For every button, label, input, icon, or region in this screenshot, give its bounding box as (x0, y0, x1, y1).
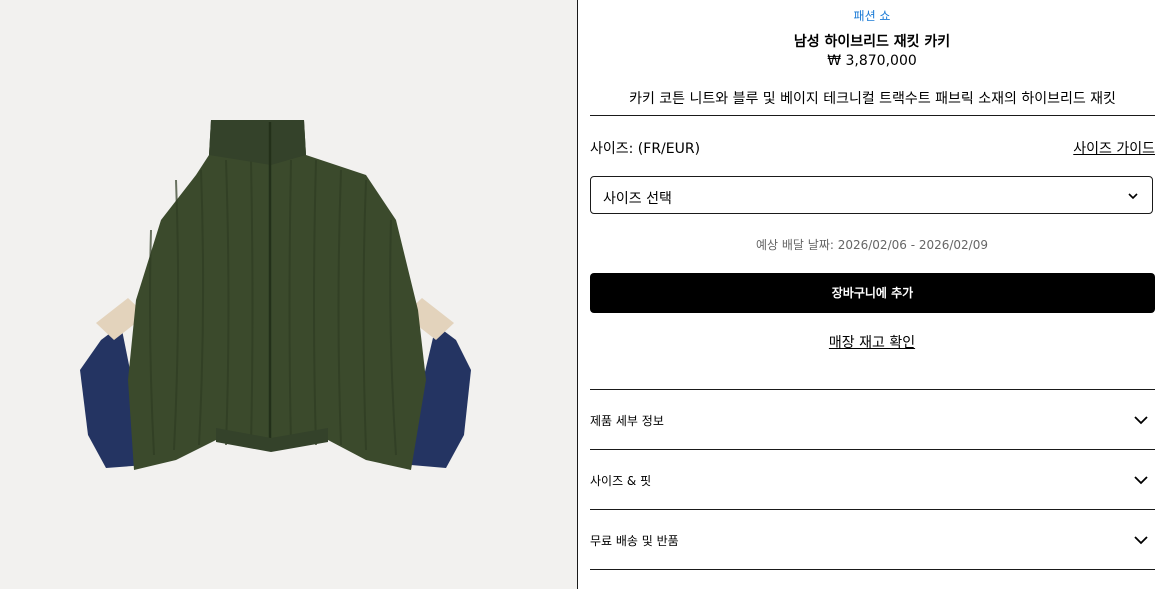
size-select-value: 사이즈 선택 (603, 191, 672, 207)
divider (590, 115, 1155, 116)
accordion-size-fit[interactable]: 사이즈 & 핏 (590, 450, 1155, 510)
accordion-shipping-returns[interactable]: 무료 배송 및 반품 (590, 510, 1155, 570)
product-image-panel (0, 0, 577, 589)
product-price: ₩ 3,870,000 (827, 53, 917, 69)
size-guide-link[interactable]: 사이즈 가이드 (1073, 138, 1155, 158)
check-store-stock-link[interactable]: 매장 재고 확인 (578, 332, 1166, 352)
product-title: 남성 하이브리드 재킷 카키 (793, 34, 951, 50)
product-description: 카키 코튼 니트와 블루 및 베이지 테크니컬 트랙수트 패브릭 소재의 하이브… (629, 91, 1116, 107)
chevron-down-icon (1128, 193, 1138, 200)
accordion-label: 제품 세부 정보 (590, 414, 664, 428)
chevron-down-icon (1134, 536, 1148, 545)
delivery-estimate: 예상 배달 날짜: 2026/02/06 - 2026/02/09 (755, 238, 988, 252)
add-to-cart-button[interactable]: 장바구니에 추가 (590, 273, 1155, 313)
chevron-down-icon (1134, 416, 1148, 425)
collection-link[interactable]: 패션 쇼 (578, 7, 1166, 24)
accordion-label: 사이즈 & 핏 (590, 474, 652, 488)
size-select[interactable]: 사이즈 선택 (590, 176, 1153, 214)
size-label: 사이즈: (FR/EUR) (590, 141, 701, 157)
chevron-down-icon (1134, 476, 1148, 485)
divider (590, 569, 1155, 570)
product-image (80, 120, 471, 470)
product-info-panel: 패션 쇼 남성 하이브리드 재킷 카키 ₩ 3,870,000 카키 코튼 니트… (578, 0, 1166, 589)
accordion-label: 무료 배송 및 반품 (590, 534, 679, 548)
accordion-product-details[interactable]: 제품 세부 정보 (590, 390, 1155, 450)
